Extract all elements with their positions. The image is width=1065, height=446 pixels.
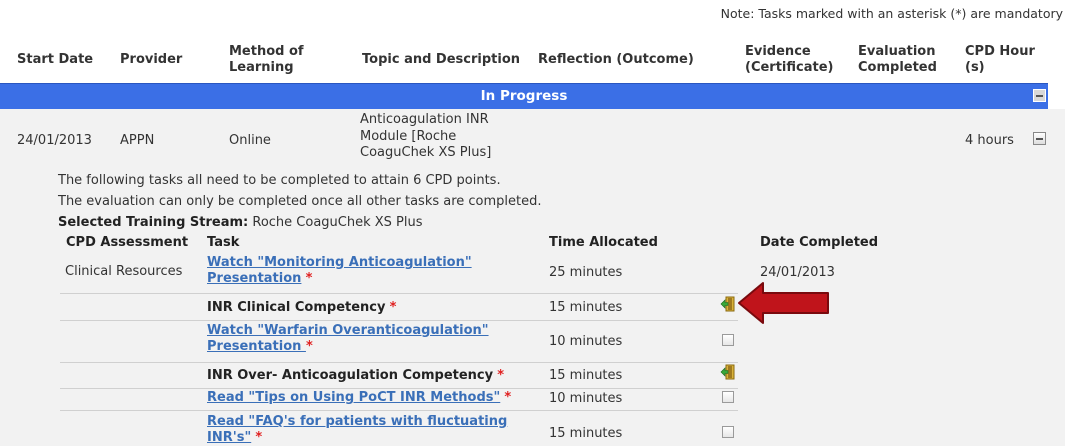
task-link[interactable]: Read "FAQ's for patients with fluctuatin… <box>207 414 507 445</box>
entry-start-date: 24/01/2013 <box>17 133 92 148</box>
task-title: INR Over- Anticoagulation Competency <box>207 368 494 383</box>
section-title: In Progress <box>480 88 568 104</box>
collapse-section-icon[interactable] <box>1033 89 1046 102</box>
col-cpd-hours[interactable]: CPD Hour (s) <box>965 44 1045 76</box>
table-row: INR Over- Anticoagulation Competency * <box>207 368 504 383</box>
task-col-assessment: CPD Assessment <box>66 235 189 250</box>
task-checkbox[interactable] <box>722 426 734 438</box>
row-divider <box>60 362 738 363</box>
task-time: 15 minutes <box>549 368 623 383</box>
entry-cpd-hours: 4 hours <box>965 133 1014 148</box>
pointer-arrow-icon <box>738 282 829 324</box>
table-row: Read "FAQ's for patients with fluctuatin… <box>207 414 537 446</box>
task-time: 10 minutes <box>549 334 623 349</box>
task-time: 25 minutes <box>549 265 623 280</box>
task-date: 24/01/2013 <box>760 265 835 280</box>
row-divider <box>60 320 738 321</box>
mandatory-asterisk: * <box>305 271 313 286</box>
row-divider <box>60 388 738 389</box>
task-assessment: Clinical Resources <box>65 264 183 279</box>
stream-value: Roche CoaguChek XS Plus <box>252 215 423 230</box>
mandatory-asterisk: * <box>497 368 505 383</box>
entry-method: Online <box>229 133 271 148</box>
task-time: 15 minutes <box>549 300 623 315</box>
section-bar-in-progress: In Progress <box>0 83 1048 109</box>
mandatory-asterisk: * <box>389 300 397 315</box>
task-link[interactable]: Watch "Monitoring Anticoagulation" Prese… <box>207 255 472 286</box>
entry-topic: Anticoagulation INR Module [Roche CoaguC… <box>360 112 492 160</box>
row-divider <box>60 410 738 411</box>
info-line-2: The evaluation can only be completed onc… <box>58 194 542 209</box>
stream-label: Selected Training Stream: <box>58 215 249 230</box>
task-checkbox[interactable] <box>722 334 734 346</box>
mandatory-note: Note: Tasks marked with an asterisk (*) … <box>720 6 1063 21</box>
open-competency-icon[interactable] <box>720 296 736 312</box>
col-method[interactable]: Method of Learning <box>229 44 339 76</box>
task-link[interactable]: Watch "Warfarin Overanticoagulation" Pre… <box>207 323 489 354</box>
task-col-time: Time Allocated <box>549 235 658 250</box>
table-row: Watch "Warfarin Overanticoagulation" Pre… <box>207 323 527 355</box>
info-line-1: The following tasks all need to be compl… <box>58 173 501 188</box>
col-start-date[interactable]: Start Date <box>17 52 93 68</box>
task-title: INR Clinical Competency <box>207 300 386 315</box>
task-time: 15 minutes <box>549 426 623 441</box>
row-divider <box>60 293 738 294</box>
training-stream: Selected Training Stream: Roche CoaguChe… <box>58 215 423 230</box>
table-row: Watch "Monitoring Anticoagulation" Prese… <box>207 255 527 287</box>
open-competency-icon[interactable] <box>720 364 736 380</box>
task-link[interactable]: Read "Tips on Using PoCT INR Methods" <box>207 390 500 405</box>
entry-provider: APPN <box>120 133 155 148</box>
mandatory-asterisk: * <box>305 339 313 354</box>
table-row: INR Clinical Competency * <box>207 300 396 315</box>
mandatory-asterisk: * <box>255 430 263 445</box>
col-topic[interactable]: Topic and Description <box>362 52 520 68</box>
col-provider[interactable]: Provider <box>120 52 182 68</box>
task-checkbox[interactable] <box>722 391 734 403</box>
task-col-date: Date Completed <box>760 235 879 250</box>
mandatory-asterisk: * <box>504 390 512 405</box>
col-reflection[interactable]: Reflection (Outcome) <box>538 52 694 68</box>
table-row: Read "Tips on Using PoCT INR Methods" * <box>207 390 511 406</box>
task-time: 10 minutes <box>549 391 623 406</box>
collapse-entry-icon[interactable] <box>1033 132 1046 145</box>
col-evidence[interactable]: Evidence (Certificate) <box>745 44 840 76</box>
task-col-task: Task <box>207 235 240 250</box>
col-evaluation[interactable]: Evaluation Completed <box>858 44 948 76</box>
